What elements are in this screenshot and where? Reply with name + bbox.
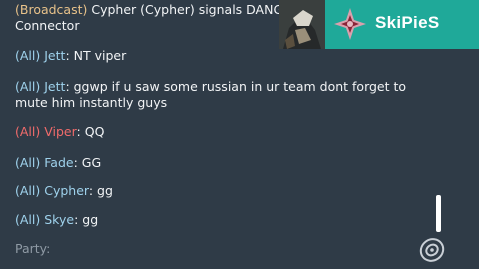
chat-message: (All) Fade: GG — [15, 155, 101, 171]
chat-scrollbar[interactable] — [436, 195, 441, 232]
chat-input[interactable]: Party: — [15, 241, 50, 256]
channel-tag: (All) — [15, 79, 41, 94]
rank-emblem-icon — [334, 8, 366, 40]
ping-button[interactable] — [418, 237, 446, 263]
sender-name: Jett — [44, 48, 66, 63]
sender-name: Jett — [44, 79, 66, 94]
agent-portrait-art — [279, 0, 325, 49]
channel-tag: (All) — [15, 124, 41, 139]
ping-icon — [419, 238, 445, 262]
channel-tag: (All) — [15, 183, 41, 198]
chat-message: (All) Jett: NT viper — [15, 48, 126, 64]
broadcast-channel-tag: (Broadcast) — [15, 2, 88, 17]
chat-message: (All) Viper: QQ — [15, 124, 104, 140]
sender-name: Viper — [44, 124, 77, 139]
message-text: : QQ — [76, 124, 105, 139]
message-text: : gg — [74, 212, 99, 227]
sender-name: Cypher — [44, 183, 89, 198]
chat-message: (All) Cypher: gg — [15, 183, 113, 199]
chat-message: (All) Jett: ggwp if u saw some russian i… — [15, 79, 435, 111]
player-name: SkiPieS — [375, 13, 440, 32]
message-text: : ggwp if u saw some russian in ur team … — [15, 79, 407, 110]
channel-tag: (All) — [15, 155, 41, 170]
sender-name: Skye — [44, 212, 75, 227]
agent-portrait — [279, 0, 325, 49]
message-text: : gg — [88, 183, 113, 198]
channel-tag: (All) — [15, 212, 41, 227]
chat-message: (All) Skye: gg — [15, 212, 98, 228]
message-text: : GG — [73, 155, 102, 170]
message-text: : NT viper — [65, 48, 127, 63]
sender-name: Fade — [44, 155, 74, 170]
channel-tag: (All) — [15, 48, 41, 63]
